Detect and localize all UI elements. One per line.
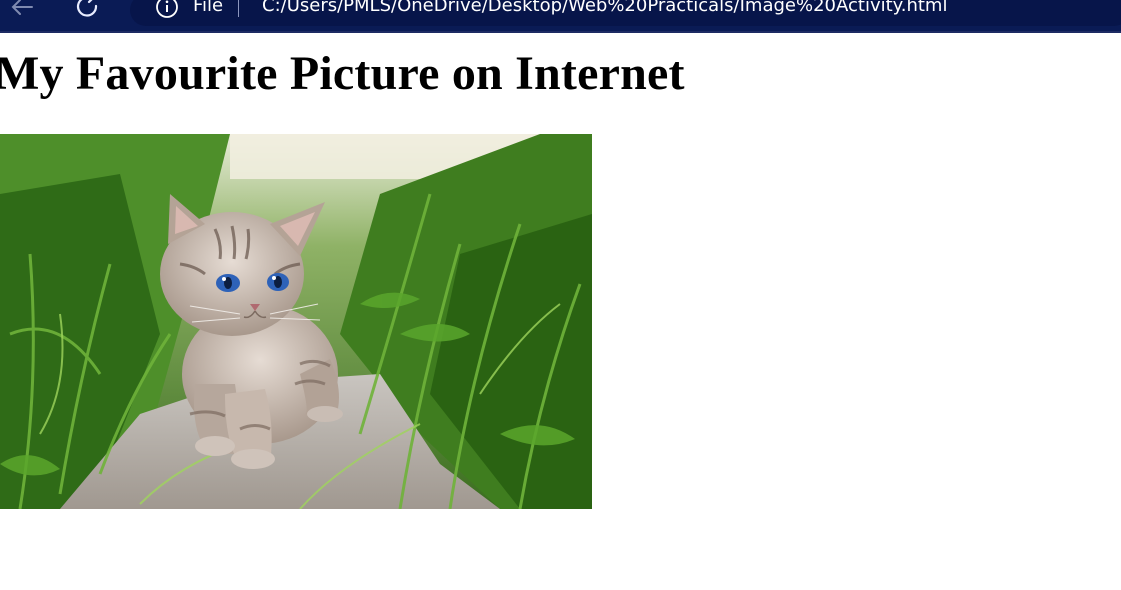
page-heading: My Favourite Picture on Internet [0, 47, 685, 100]
back-arrow-icon [11, 0, 33, 15]
url-text[interactable]: C:/Users/PMLS/OneDrive/Desktop/Web%20Pra… [262, 0, 947, 16]
browser-toolbar: File C:/Users/PMLS/OneDrive/Desktop/Web%… [0, 0, 1121, 33]
refresh-icon [76, 0, 98, 17]
refresh-button[interactable] [70, 0, 106, 22]
file-scheme-label: File [193, 0, 224, 16]
address-bar[interactable]: File C:/Users/PMLS/OneDrive/Desktop/Web%… [130, 0, 1121, 26]
address-separator [238, 0, 239, 17]
kitten-photo [0, 134, 592, 509]
info-icon[interactable] [155, 0, 179, 19]
back-button[interactable] [4, 0, 40, 22]
